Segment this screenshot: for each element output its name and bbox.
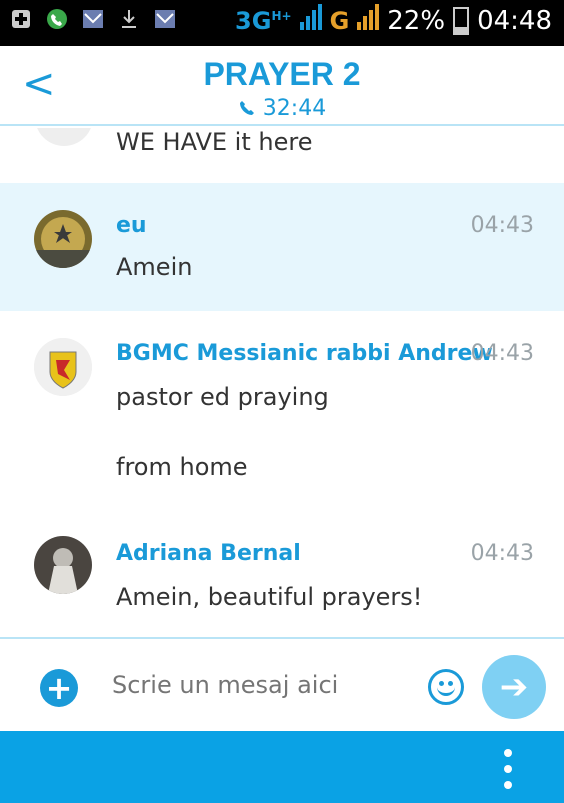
phone-icon — [238, 96, 263, 121]
chat-header: < PRAYER 2 32:44 — [0, 46, 564, 126]
bottom-bar — [0, 731, 564, 803]
message-text: from home — [116, 453, 248, 481]
message-time: 04:43 — [470, 213, 534, 238]
mail-notification-icon — [82, 8, 104, 30]
message-text: pastor ed praying — [116, 383, 329, 411]
status-bar: 3GH+ G 22% 04:48 — [0, 0, 564, 46]
call-duration: 32:44 — [262, 96, 327, 121]
chat-title[interactable]: PRAYER 2 — [0, 56, 564, 93]
message-list[interactable]: WE HAVE it here eu 04:43 Amein BGMC Mess… — [0, 128, 564, 638]
mail-notification-icon-2 — [154, 8, 176, 30]
sender-name: Adriana Bernal — [116, 541, 301, 566]
download-icon — [118, 8, 140, 30]
clock: 04:48 — [477, 5, 552, 36]
list-item[interactable]: Adriana Bernal 04:43 Amein, beautiful pr… — [0, 531, 564, 638]
list-item[interactable]: BGMC Messianic rabbi Andrew 04:43 pastor… — [0, 311, 564, 531]
message-time: 04:43 — [470, 541, 534, 566]
avatar — [35, 128, 93, 146]
sender-name: BGMC Messianic rabbi Andrew — [116, 341, 493, 366]
list-item: WE HAVE it here — [0, 128, 564, 183]
message-input[interactable] — [112, 671, 402, 699]
call-status[interactable]: 32:44 — [0, 96, 564, 121]
signal-icon-2 — [357, 4, 380, 37]
app-notification-icon — [10, 8, 32, 30]
network-type: 3GH+ — [235, 6, 292, 35]
plus-icon[interactable]: + — [40, 669, 78, 707]
avatar — [34, 338, 92, 396]
message-text: Amein, beautiful prayers! — [116, 583, 423, 611]
message-composer: + ➔ — [0, 639, 564, 731]
more-options-icon[interactable] — [500, 749, 516, 789]
message-text: Amein — [116, 253, 193, 281]
list-item[interactable]: eu 04:43 Amein — [0, 183, 564, 311]
message-text: WE HAVE it here — [116, 128, 313, 156]
avatar — [34, 210, 92, 268]
sender-name: eu — [116, 213, 147, 238]
emoji-icon[interactable] — [428, 669, 464, 705]
message-time: 04:43 — [470, 341, 534, 366]
avatar — [34, 536, 92, 594]
network-letter: G — [329, 6, 350, 35]
call-notification-icon — [46, 8, 68, 30]
battery-icon — [453, 6, 470, 35]
system-status: 3GH+ G 22% 04:48 — [235, 4, 552, 37]
battery-percent: 22% — [387, 5, 446, 36]
signal-icon — [299, 4, 322, 37]
notification-icons — [10, 8, 176, 30]
send-arrow-icon[interactable]: ➔ — [482, 655, 546, 719]
